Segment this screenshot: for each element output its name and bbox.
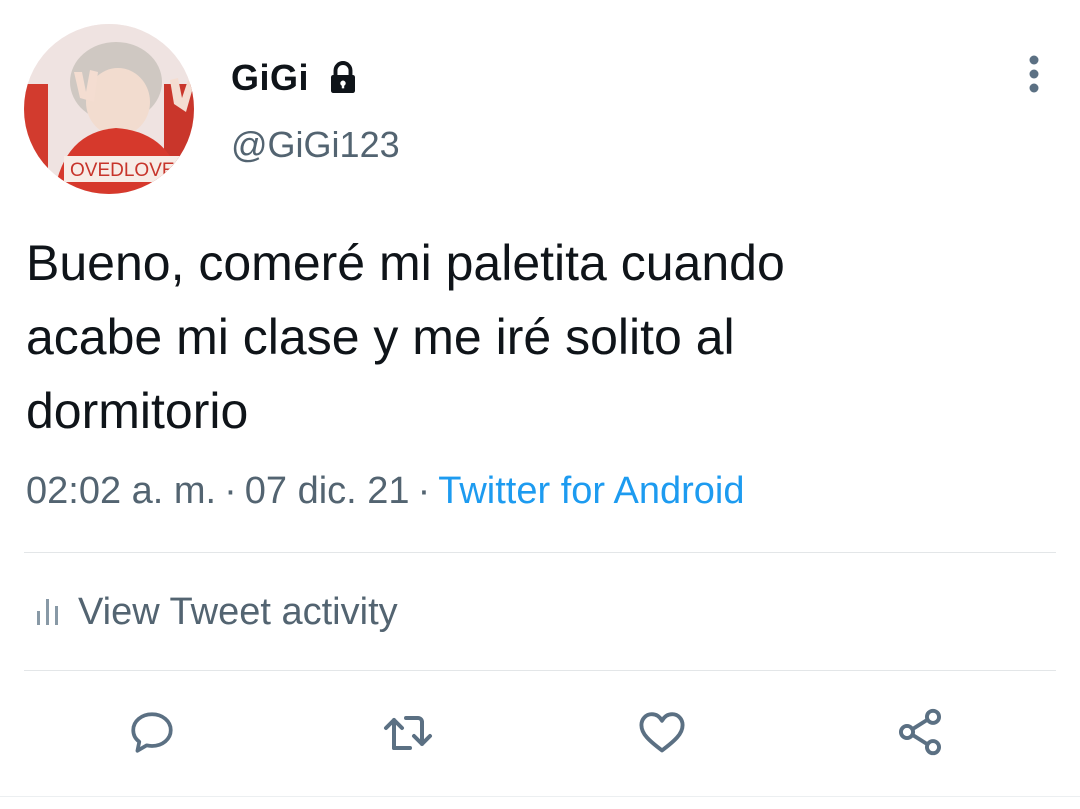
- tweet-meta: 02:02 a. m. · 07 dic. 21 · Twitter for Andro…: [26, 470, 744, 513]
- user-name-row: GiGi: [231, 56, 361, 100]
- reply-button[interactable]: [118, 700, 186, 768]
- share-button[interactable]: [886, 700, 954, 768]
- divider: [24, 670, 1056, 671]
- reply-icon: [127, 707, 177, 762]
- analytics-bars-icon: [34, 597, 64, 627]
- lock-icon: [325, 60, 361, 96]
- avatar[interactable]: OVEDLOVE: [24, 24, 194, 194]
- bottom-divider: [0, 796, 1080, 797]
- avatar-shirt-text: OVEDLOVE: [70, 160, 175, 181]
- tweet-time: 02:02 a. m.: [26, 470, 217, 512]
- meta-separator: ·: [224, 470, 237, 512]
- retweet-button[interactable]: [374, 700, 442, 768]
- divider: [24, 552, 1056, 553]
- display-name[interactable]: GiGi: [231, 57, 309, 99]
- tweet-date: 07 dic. 21: [244, 470, 410, 512]
- view-tweet-activity-label: View Tweet activity: [78, 590, 398, 633]
- avatar-image: OVEDLOVE: [24, 24, 194, 194]
- user-handle[interactable]: @GiGi123: [231, 124, 400, 166]
- retweet-icon: [380, 707, 436, 762]
- tweet-text: Bueno, comeré mi paletita cuando acabe m…: [26, 235, 785, 439]
- heart-icon: [636, 706, 688, 763]
- tweet-action-bar: [0, 700, 1080, 768]
- tweet-source-link[interactable]: Twitter for Android: [438, 470, 744, 512]
- like-button[interactable]: [628, 700, 696, 768]
- view-tweet-activity-button[interactable]: View Tweet activity: [34, 586, 398, 638]
- meta-separator: ·: [417, 470, 431, 512]
- share-icon: [894, 706, 946, 763]
- more-options-button[interactable]: [1014, 52, 1054, 100]
- more-vertical-icon: [1028, 54, 1040, 99]
